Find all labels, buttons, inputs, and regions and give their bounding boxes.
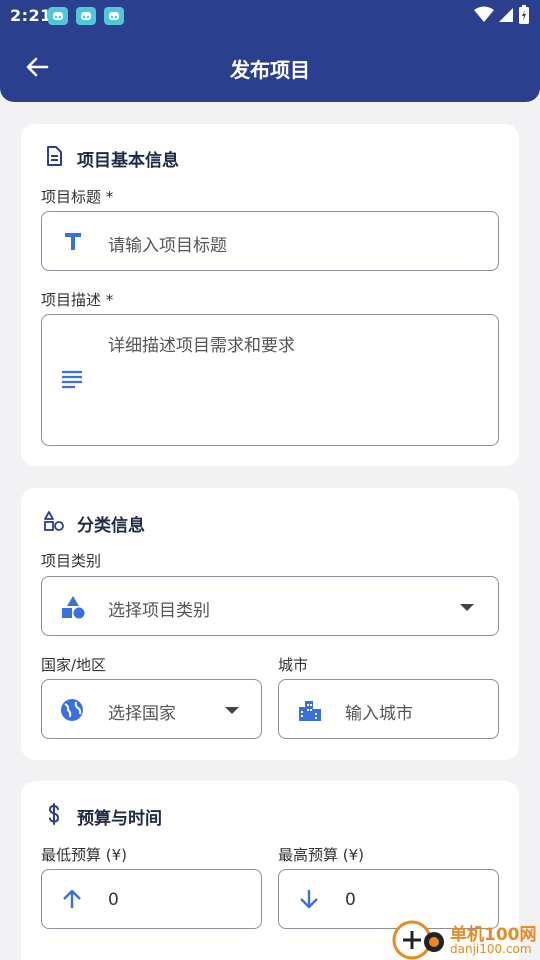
battery-icon — [519, 5, 529, 24]
project-category-placeholder: 选择项目类别 — [108, 601, 210, 621]
page-title: 发布项目 — [230, 58, 310, 82]
globe-icon — [61, 699, 83, 721]
arrow-down-icon — [300, 890, 318, 909]
country-select[interactable]: 选择国家 — [41, 679, 262, 739]
chevron-down-icon — [460, 604, 474, 611]
project-title-input[interactable]: 请输入项目标题 — [41, 211, 499, 271]
country-label: 国家/地区 — [41, 656, 107, 674]
section-title: 项目基本信息 — [77, 151, 179, 171]
city-input[interactable]: 输入城市 — [278, 679, 499, 739]
section-title: 预算与时间 — [77, 809, 162, 829]
city-placeholder: 输入城市 — [345, 704, 413, 724]
project-description-label: 项目描述 * — [41, 291, 114, 309]
wifi-icon — [474, 6, 494, 22]
watermark-logo-icon — [392, 920, 444, 960]
status-time: 2:21 — [10, 6, 52, 25]
app-notification-icon — [76, 7, 96, 25]
dollar-icon — [48, 803, 60, 825]
status-bar: 2:21 — [0, 0, 540, 32]
category-info-card: 分类信息 项目类别 选择项目类别 国家/地区 选择国家 城市 输入城市 — [21, 488, 519, 760]
notes-icon — [62, 370, 82, 389]
basic-info-card: 项目基本信息 项目标题 * 请输入项目标题 项目描述 * 详细描述项目需求和要求 — [21, 124, 519, 466]
project-description-placeholder: 详细描述项目需求和要求 — [108, 336, 295, 356]
cell-signal-icon — [499, 8, 513, 22]
text-format-icon — [65, 233, 81, 250]
min-budget-input[interactable]: 0 — [41, 869, 262, 929]
project-category-label: 项目类别 — [41, 552, 102, 570]
app-notification-icon — [48, 7, 68, 25]
category-icon — [44, 511, 64, 531]
chevron-down-icon — [225, 707, 239, 714]
max-budget-label: 最高预算 (¥) — [278, 846, 365, 864]
max-budget-value: 0 — [345, 890, 356, 910]
project-title-label: 项目标题 * — [41, 188, 114, 206]
section-title: 分类信息 — [77, 516, 145, 536]
city-icon — [299, 701, 321, 721]
min-budget-label: 最低预算 (¥) — [41, 846, 128, 864]
app-bar: 发布项目 — [0, 32, 540, 102]
arrow-up-icon — [63, 889, 81, 908]
watermark: 单机100网 danji100.com — [390, 918, 538, 960]
project-description-input[interactable]: 详细描述项目需求和要求 — [41, 314, 499, 446]
country-placeholder: 选择国家 — [108, 704, 176, 724]
document-icon — [47, 146, 62, 166]
watermark-url: danji100.com — [450, 942, 532, 956]
min-budget-value: 0 — [108, 890, 119, 910]
city-label: 城市 — [278, 656, 309, 674]
project-title-placeholder: 请输入项目标题 — [108, 236, 227, 256]
category-filled-icon — [62, 596, 85, 619]
app-notification-icon — [104, 7, 124, 25]
project-category-select[interactable]: 选择项目类别 — [41, 576, 499, 636]
